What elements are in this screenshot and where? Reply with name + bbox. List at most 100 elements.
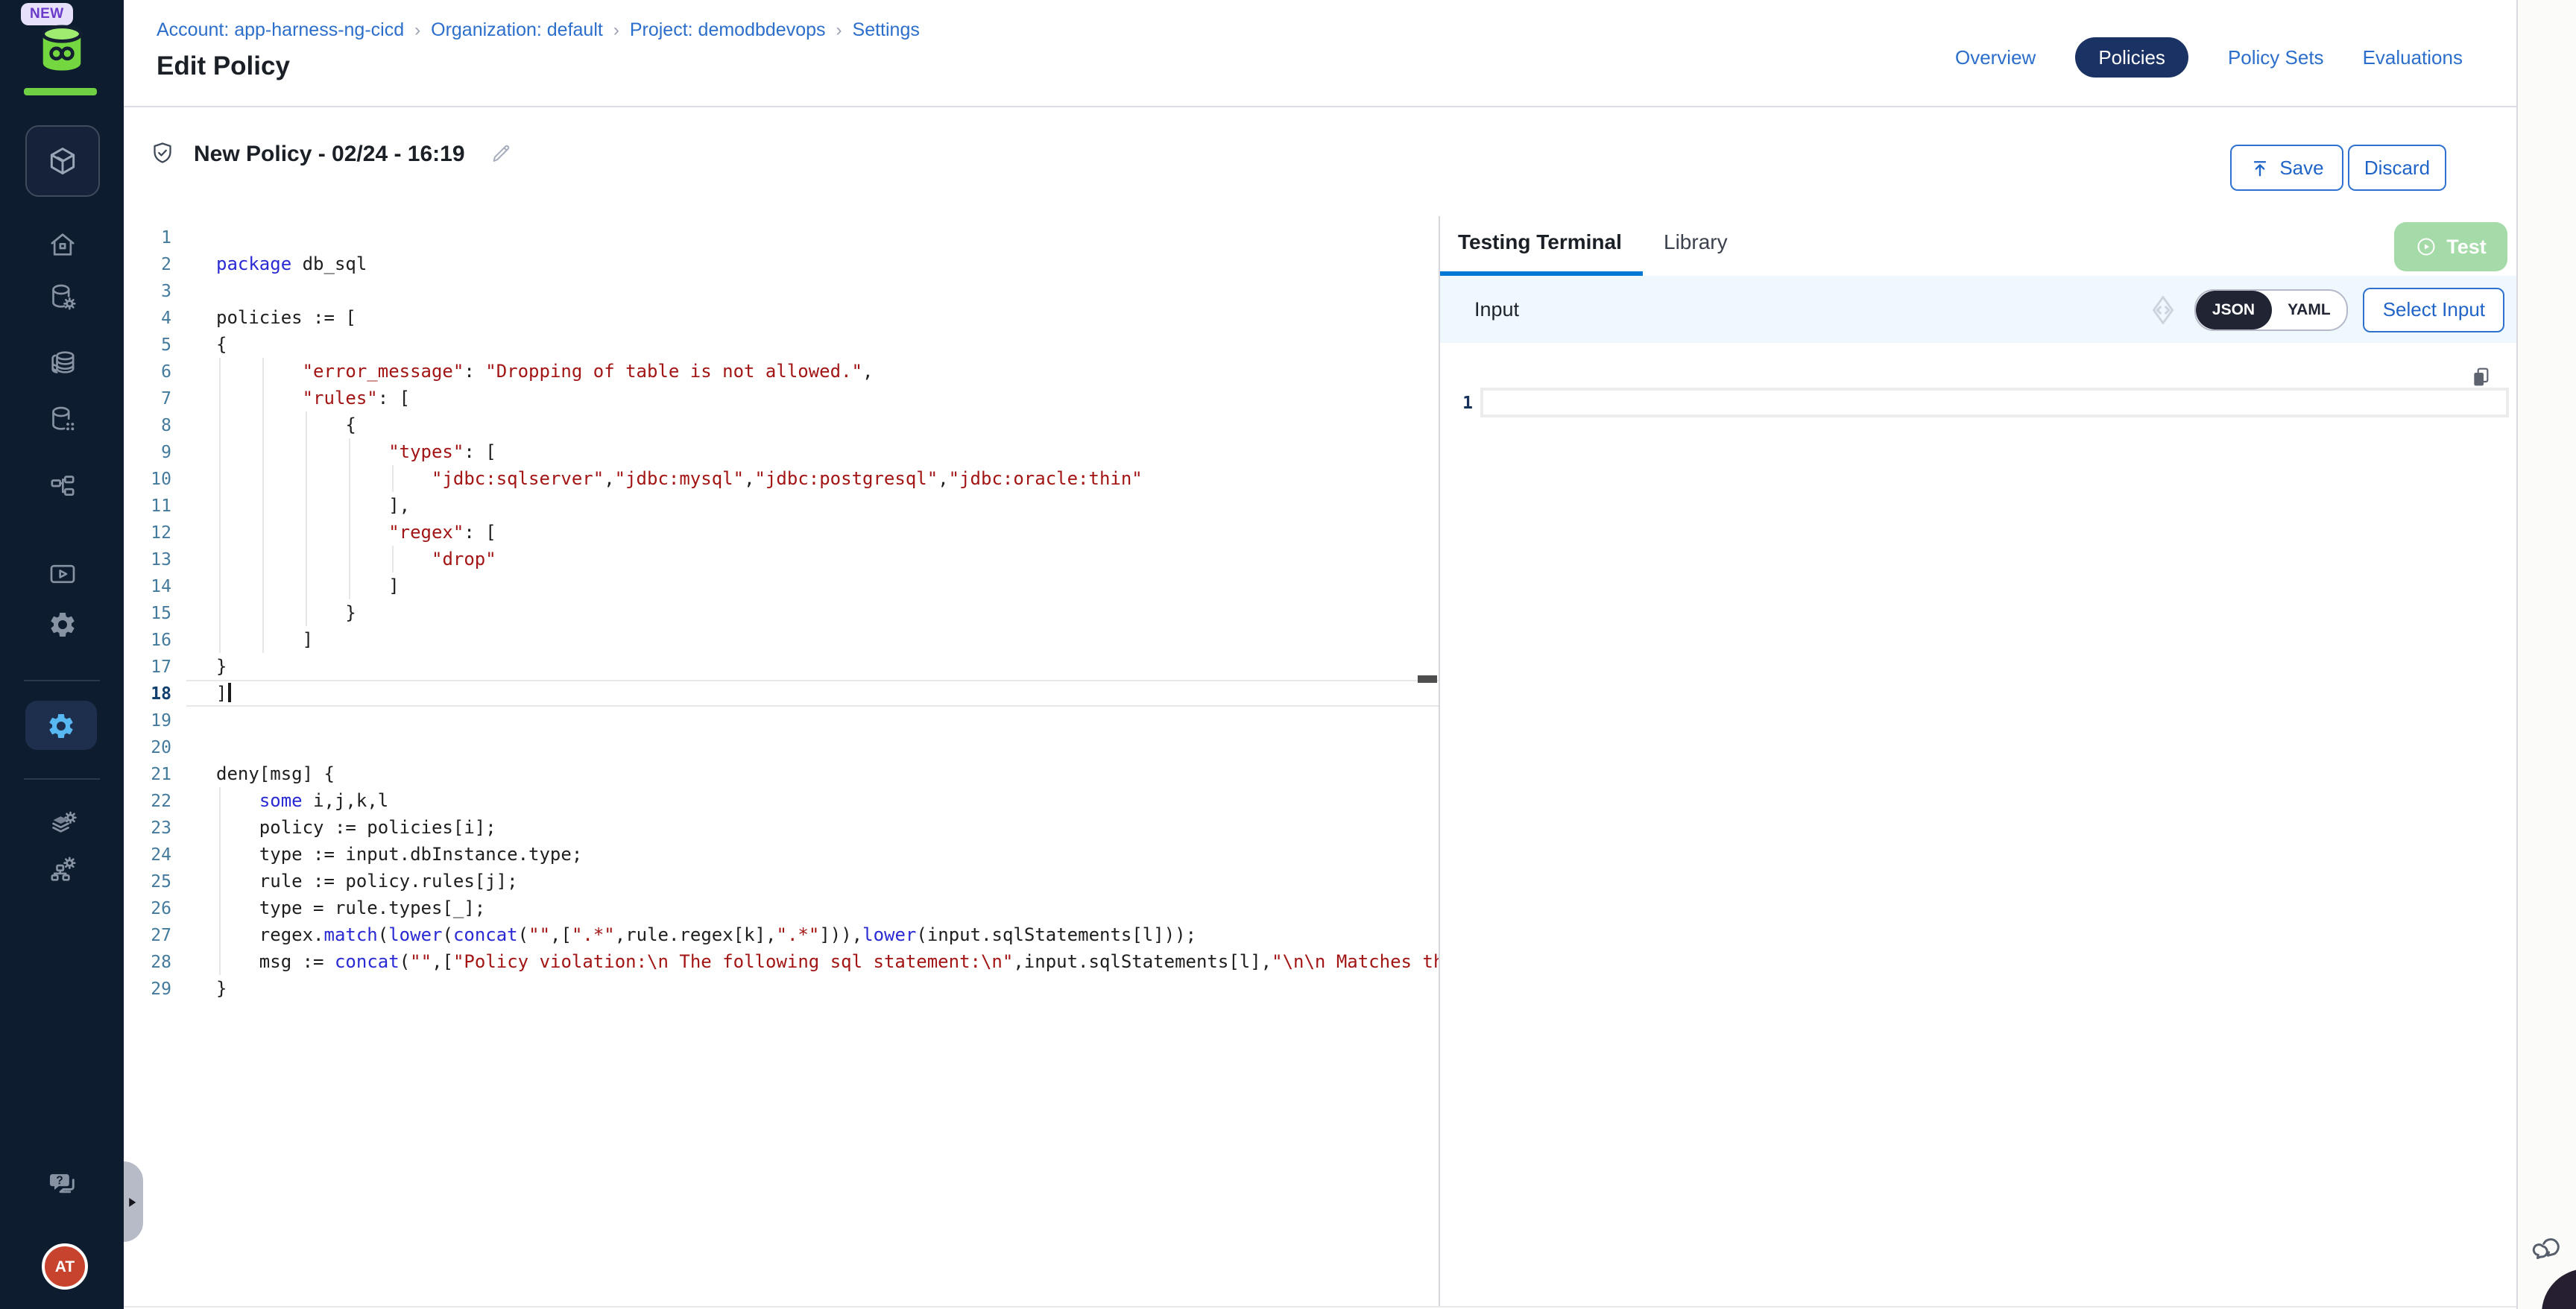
- line-number: 29: [124, 975, 171, 1002]
- chat-bubbles-icon[interactable]: [2530, 1231, 2563, 1264]
- code-line: 11 ],: [124, 492, 1439, 519]
- left-sidebar: NEW ? AT: [0, 0, 124, 1309]
- discard-button[interactable]: Discard: [2348, 145, 2446, 191]
- database-dots-icon: [47, 404, 77, 434]
- overview-ruler-cursor-mark: [1418, 675, 1437, 683]
- sidebar-item-database-dots[interactable]: [0, 404, 124, 434]
- code-line: 25 rule := policy.rules[j];: [124, 868, 1439, 895]
- line-number: 1: [124, 224, 171, 250]
- sidebar-item-gear[interactable]: [0, 610, 124, 640]
- tab-library[interactable]: Library: [1664, 230, 1728, 253]
- code-text: ]: [216, 626, 313, 653]
- test-label: Test: [2446, 236, 2487, 258]
- breadcrumb-item[interactable]: Organization: default: [431, 19, 603, 40]
- format-option-json[interactable]: JSON: [2196, 290, 2271, 329]
- app-window: NEW ? AT Account: app-harness-ng-cicd›Or…: [0, 0, 2576, 1309]
- line-number: 12: [124, 519, 171, 546]
- policy-code-editor[interactable]: 12package db_sql34policies := [5{6 "erro…: [124, 216, 1440, 1308]
- line-number: 15: [124, 599, 171, 626]
- code-text: regex.match(lower(concat("",[".*",rule.r…: [216, 921, 1196, 948]
- nav-policy-sets[interactable]: Policy Sets: [2228, 45, 2324, 68]
- input-section-header: Input JSONYAML Select Input: [1440, 276, 2516, 343]
- format-option-yaml[interactable]: YAML: [2271, 290, 2347, 329]
- line-number: 3: [124, 277, 171, 304]
- sidebar-item-home[interactable]: [0, 230, 124, 259]
- code-line: 13 "drop": [124, 546, 1439, 573]
- gear-icon: [47, 610, 77, 640]
- sidebar-expand-handle[interactable]: [124, 1161, 143, 1242]
- format-toggle: JSONYAML: [2194, 288, 2349, 330]
- breadcrumb-item[interactable]: Settings: [853, 19, 920, 40]
- code-text: "drop": [216, 546, 496, 573]
- play-circle-icon: [2415, 236, 2437, 258]
- code-line: 7 "rules": [: [124, 385, 1439, 411]
- line-number: 8: [124, 411, 171, 438]
- sidebar-item-database-stack[interactable]: [0, 347, 124, 377]
- line-number: 7: [124, 385, 171, 411]
- test-input-editor[interactable]: 1: [1440, 343, 2516, 1308]
- sidebar-item-flow[interactable]: [0, 471, 124, 501]
- select-input-button[interactable]: Select Input: [2364, 287, 2504, 332]
- breadcrumb-item[interactable]: Project: demodbdevops: [630, 19, 826, 40]
- content-bottom-border: [124, 1306, 2516, 1308]
- line-number: 18: [124, 680, 171, 707]
- sidebar-item-settings-active[interactable]: [25, 701, 97, 750]
- module-selector-button[interactable]: [25, 125, 100, 197]
- sidebar-item-video[interactable]: [0, 559, 124, 589]
- pencil-icon[interactable]: [489, 142, 513, 165]
- code-line: 21deny[msg] {: [124, 760, 1439, 787]
- line-number: 6: [124, 358, 171, 385]
- avatar[interactable]: AT: [42, 1243, 88, 1290]
- breadcrumb-item[interactable]: Account: app-harness-ng-cicd: [157, 19, 404, 40]
- code-text: type = rule.types[_];: [216, 895, 485, 921]
- right-rail: [2518, 0, 2576, 1309]
- code-text: "error_message": "Dropping of table is n…: [216, 358, 873, 385]
- code-text: ]: [216, 573, 400, 599]
- sidebar-item-layers-gear[interactable]: [0, 810, 124, 839]
- code-text: "types": [: [216, 438, 496, 465]
- help-button[interactable]: ?: [0, 1167, 124, 1200]
- code-text: "jdbc:sqlserver","jdbc:mysql","jdbc:post…: [216, 465, 1143, 492]
- sidebar-item-database-gear[interactable]: [0, 282, 124, 312]
- policy-name: New Policy - 02/24 - 16:19: [194, 141, 465, 166]
- code-line: 24 type := input.dbInstance.type;: [124, 841, 1439, 868]
- sidebar-divider: [24, 680, 100, 681]
- sidebar-item-flow-gear[interactable]: [0, 854, 124, 884]
- code-text: }: [216, 975, 227, 1002]
- line-number: 25: [124, 868, 171, 895]
- line-number: 17: [124, 653, 171, 680]
- gear-icon: [46, 710, 76, 740]
- line-number: 26: [124, 895, 171, 921]
- nav-overview[interactable]: Overview: [1955, 45, 2036, 68]
- flow-gear-icon: [47, 854, 77, 884]
- code-line: 10 "jdbc:sqlserver","jdbc:mysql","jdbc:p…: [124, 465, 1439, 492]
- nav-policies[interactable]: Policies: [2074, 37, 2189, 77]
- code-text: deny[msg] {: [216, 760, 335, 787]
- code-line: 18]: [124, 680, 1439, 707]
- nav-evaluations[interactable]: Evaluations: [2363, 45, 2463, 68]
- line-number: 4: [124, 304, 171, 331]
- code-text: "rules": [: [216, 385, 410, 411]
- code-text: rule := policy.rules[j];: [216, 868, 518, 895]
- code-line: 23 policy := policies[i];: [124, 814, 1439, 841]
- line-number: 19: [124, 707, 171, 734]
- breadcrumb-separator: ›: [404, 19, 431, 40]
- code-diamond-icon: [2147, 293, 2179, 326]
- current-line-highlight: [186, 680, 1439, 707]
- line-number: 13: [124, 546, 171, 573]
- line-number: 9: [124, 438, 171, 465]
- code-line: 9 "types": [: [124, 438, 1439, 465]
- line-number: 2: [124, 250, 171, 277]
- code-text: {: [216, 411, 356, 438]
- code-text: ],: [216, 492, 410, 519]
- save-button[interactable]: Save: [2230, 145, 2343, 191]
- test-button[interactable]: Test: [2394, 222, 2507, 271]
- current-line-highlight: [1480, 388, 2509, 417]
- db-devops-logo[interactable]: [36, 22, 88, 75]
- breadcrumb: Account: app-harness-ng-cicd›Organizatio…: [157, 19, 920, 40]
- line-number: 28: [124, 948, 171, 975]
- copy-icon[interactable]: [2469, 365, 2493, 389]
- code-line: 17}: [124, 653, 1439, 680]
- tab-testing-terminal[interactable]: Testing Terminal: [1458, 230, 1622, 253]
- database-stack-icon: [47, 347, 77, 377]
